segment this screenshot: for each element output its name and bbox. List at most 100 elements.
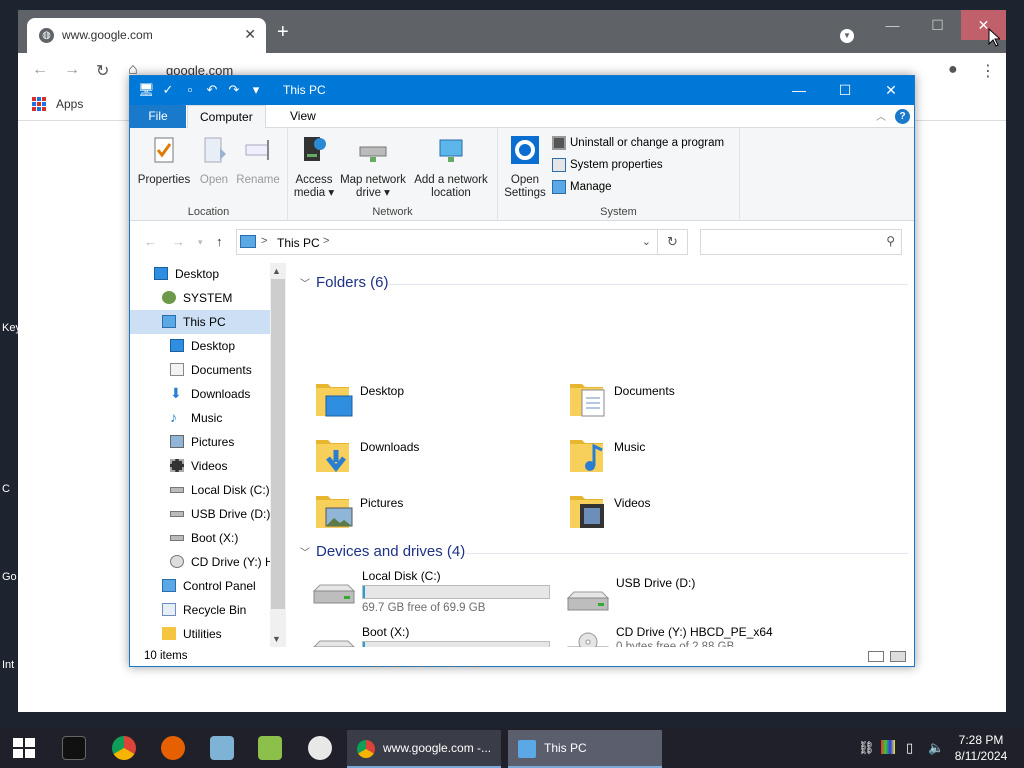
nav-item-downloads[interactable]: ⬇ Downloads — [130, 382, 270, 406]
uninstall-program-button[interactable]: Uninstall or change a program — [552, 136, 724, 150]
address-separator[interactable]: > — [323, 235, 329, 247]
back-arrow-icon[interactable]: ← — [144, 234, 157, 249]
map-network-drive-button[interactable]: Map network drive ▾ — [338, 134, 408, 200]
desktop-label-2[interactable]: C — [2, 483, 10, 495]
folder-label: Documents — [614, 384, 675, 398]
nav-item-boot[interactable]: Boot (X:) — [130, 526, 270, 550]
forward-arrow-icon[interactable]: → — [172, 234, 185, 249]
details-view-icon[interactable] — [868, 651, 884, 662]
firefox-icon[interactable] — [161, 736, 185, 760]
color-tray-icon[interactable] — [881, 740, 895, 754]
system-properties-button[interactable]: System properties — [552, 158, 663, 172]
nav-item-pictures[interactable]: Pictures — [130, 430, 270, 454]
folder-downloads[interactable]: Downloads — [314, 432, 564, 482]
large-icons-view-icon[interactable] — [890, 651, 906, 662]
manage-button[interactable]: Manage — [552, 180, 612, 194]
new-folder-qat-icon[interactable]: ▫ — [182, 82, 198, 98]
maximize-button[interactable]: ☐ — [822, 76, 868, 105]
access-media-button[interactable]: Access media ▾ — [292, 134, 336, 200]
tab-close-icon[interactable]: ✕ — [244, 26, 256, 43]
menu-icon[interactable]: ⋮ — [980, 61, 996, 81]
paint-icon[interactable] — [308, 736, 332, 760]
scroll-down-icon[interactable]: ▼ — [272, 634, 281, 644]
nav-item-this-pc[interactable]: This PC — [130, 310, 270, 334]
up-arrow-icon[interactable]: ↑ — [216, 234, 223, 249]
windows-start-icon[interactable] — [13, 738, 35, 758]
address-bar[interactable]: > This PC > ⌄ — [236, 229, 658, 255]
folders-section-header[interactable]: ﹀ Folders (6) — [300, 274, 389, 291]
reload-icon[interactable]: ↻ — [96, 61, 109, 81]
drive-usb-d[interactable]: USB Drive (D:) — [564, 576, 814, 628]
minimize-button[interactable]: — — [776, 76, 822, 105]
nav-item-recycle-bin[interactable]: Recycle Bin — [130, 598, 270, 622]
add-network-location-icon — [439, 139, 463, 162]
folder-pictures[interactable]: Pictures — [314, 488, 564, 538]
nav-item-system[interactable]: SYSTEM — [130, 286, 270, 310]
desktop-label-3[interactable]: Go — [2, 571, 17, 583]
tab-computer[interactable]: Computer — [187, 105, 266, 129]
apps-bookmark[interactable]: Apps — [56, 97, 83, 111]
open-button[interactable]: Open — [194, 134, 234, 187]
notepad-icon[interactable] — [210, 736, 234, 760]
folder-music[interactable]: Music — [568, 432, 818, 482]
forward-icon[interactable]: → — [64, 61, 80, 79]
nav-item-desktop[interactable]: Desktop — [130, 263, 270, 286]
folder-documents[interactable]: Documents — [568, 376, 818, 426]
nav-item-documents[interactable]: Documents — [130, 358, 270, 382]
nav-scrollbar[interactable]: ▲ ▼ — [270, 263, 286, 647]
open-settings-button[interactable]: Open Settings — [502, 134, 548, 200]
scroll-up-icon[interactable]: ▲ — [272, 266, 281, 276]
close-button[interactable]: ✕ — [868, 76, 914, 105]
folder-desktop[interactable]: Desktop — [314, 376, 564, 426]
tab-search-icon[interactable]: ▼ — [840, 29, 854, 43]
redo-icon[interactable]: ↷ — [226, 82, 242, 98]
new-tab-button[interactable]: + — [277, 22, 289, 42]
profile-icon[interactable]: ● — [948, 61, 958, 79]
drives-section-header[interactable]: ﹀ Devices and drives (4) — [300, 543, 465, 560]
task-manager-icon[interactable] — [258, 736, 282, 760]
recent-locations-icon[interactable]: ▾ — [198, 237, 203, 248]
add-network-location-button[interactable]: Add a network location — [410, 134, 492, 200]
undo-icon[interactable]: ↶ — [204, 82, 220, 98]
terminal-icon[interactable] — [62, 736, 86, 760]
address-dropdown-icon[interactable]: ⌄ — [642, 235, 651, 248]
chrome-tab[interactable]: ◍ www.google.com ✕ — [27, 18, 266, 53]
desktop-label-4[interactable]: Int — [2, 659, 14, 671]
rename-button[interactable]: Rename — [234, 134, 282, 187]
nav-item-videos[interactable]: Videos — [130, 454, 270, 478]
nav-item-usb-drive[interactable]: USB Drive (D:) — [130, 502, 270, 526]
help-icon[interactable]: ? — [895, 109, 910, 124]
tab-file[interactable]: File — [130, 105, 186, 128]
breadcrumb-this-pc[interactable]: This PC — [277, 236, 320, 250]
clock[interactable]: 7:28 PM 8/11/2024 — [950, 732, 1012, 764]
volume-muted-icon[interactable]: 🔈 — [928, 740, 944, 756]
chrome-maximize-button[interactable]: ☐ — [915, 10, 960, 40]
folder-videos[interactable]: Videos — [568, 488, 818, 538]
customize-qat-icon[interactable]: ▾ — [248, 82, 264, 98]
nav-item-control-panel[interactable]: Control Panel — [130, 574, 270, 598]
nav-item-cd-drive[interactable]: CD Drive (Y:) H — [130, 550, 270, 574]
nav-item-desktop-sub[interactable]: Desktop — [130, 334, 270, 358]
collapse-ribbon-icon[interactable]: ︿ — [876, 108, 886, 123]
chrome-minimize-button[interactable]: — — [870, 10, 915, 40]
nav-item-local-disk[interactable]: Local Disk (C:) — [130, 478, 270, 502]
back-icon[interactable]: ← — [32, 61, 48, 79]
properties-qat-icon[interactable]: ✓ — [160, 82, 176, 98]
refresh-icon[interactable]: ↻ — [658, 229, 688, 255]
nav-item-utilities[interactable]: Utilities — [130, 622, 270, 646]
properties-button[interactable]: Properties — [136, 134, 192, 187]
apps-grid-icon[interactable] — [32, 97, 46, 111]
clock-date: 8/11/2024 — [954, 749, 1008, 763]
taskbar-task-this-pc[interactable]: This PC — [508, 730, 662, 768]
scroll-thumb[interactable] — [271, 279, 285, 609]
chrome-icon[interactable] — [112, 736, 136, 760]
drive-local-disk-c[interactable]: Local Disk (C:) 69.7 GB free of 69.9 GB — [310, 569, 560, 621]
nav-item-music[interactable]: ♪ Music — [130, 406, 270, 430]
tab-view[interactable]: View — [278, 105, 328, 128]
address-separator[interactable]: > — [261, 235, 267, 247]
network-tray-icon[interactable]: ⛓ — [858, 740, 875, 756]
search-input[interactable]: ⚲ — [700, 229, 902, 255]
drive-icon — [170, 535, 184, 541]
taskbar-task-chrome[interactable]: www.google.com -... — [347, 730, 501, 768]
usb-tray-icon[interactable]: ▯ — [906, 740, 913, 756]
